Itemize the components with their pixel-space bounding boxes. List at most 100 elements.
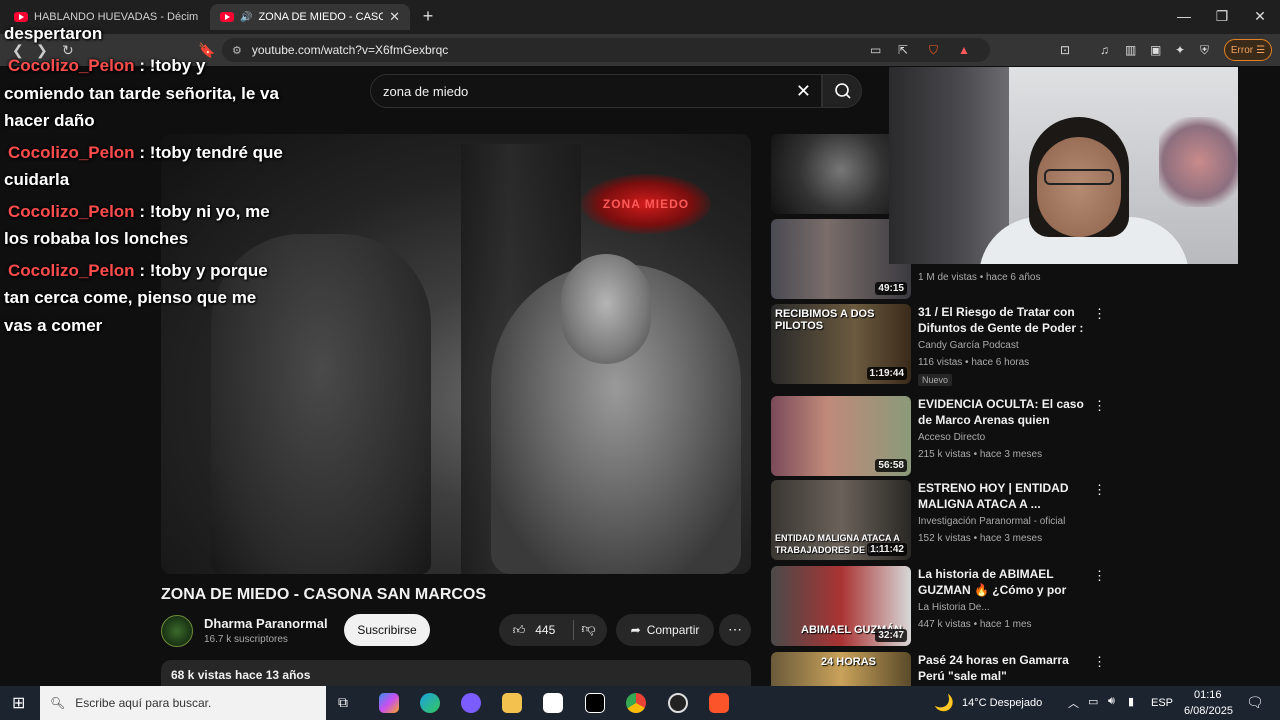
notifications-icon[interactable]: 🗨 [1246,694,1264,711]
weather-text[interactable]: 14°C Despejado [962,697,1042,709]
recommendation-item[interactable]: ABIMAEL GUZMÁN 32:47 La historia de ABIM… [771,566,1111,646]
more-options-icon[interactable]: ⋮ [1093,306,1106,322]
share-icon[interactable]: ⇱ [898,43,908,57]
error-button[interactable]: Error ☰ [1224,39,1272,61]
webcam-person-face [1037,137,1121,237]
video-title[interactable]: 31 / El Riesgo de Tratar con Difuntos de… [918,304,1088,336]
thumbnail-text: RECIBIMOS A DOS PILOTOS [775,308,875,332]
video-title: ZONA DE MIEDO - CASONA SAN MARCOS [161,586,487,603]
task-view-icon[interactable]: ⧉ [338,694,348,711]
cast-icon[interactable]: ▭ [870,43,881,57]
share-arrow-icon: ➦ [630,623,641,637]
video-title[interactable]: ESTRENO HOY | ENTIDAD MALIGNA ATACA A ..… [918,480,1088,512]
obs-icon[interactable] [668,693,688,713]
chat-message: Cocolizo_Pelon : !toby y porque tan cerc… [4,257,284,340]
volume-icon[interactable]: 🔊︎ [1108,695,1115,708]
clock-time[interactable]: 01:16 [1194,689,1222,701]
copilot-icon[interactable] [379,693,399,713]
show-hidden-icons-icon[interactable]: ︿ [1068,695,1079,711]
leo-ai-icon[interactable]: ✦ [1175,43,1185,57]
app-icon[interactable] [461,693,481,713]
windows-taskbar: ⊞ 🔍︎ Escribe aquí para buscar. ⧉ 🌙 14°C … [0,686,1280,720]
vpn-icon[interactable]: ⛨ [1200,43,1209,58]
video-thumbnail[interactable]: ENTIDAD MALIGNA ATACA A TRABAJADORES DE … [771,480,911,560]
taskbar-search-placeholder: Escribe aquí para buscar. [75,696,212,710]
screenshot-icon[interactable]: ⊡ [1060,43,1070,57]
error-label: Error [1230,44,1254,56]
file-explorer-icon[interactable] [502,693,522,713]
duration: 1:19:44 [866,367,907,380]
close-tab-icon[interactable]: ✕ [389,9,400,25]
chat-username: Cocolizo_Pelon [8,260,135,280]
recommendation-item[interactable]: RECIBIMOS A DOS PILOTOS 1:19:44 31 / El … [771,304,1111,386]
network-icon[interactable]: ▭ [1088,695,1098,708]
taskbar-search[interactable]: 🔍︎ Escribe aquí para buscar. [40,686,326,720]
brave-icon[interactable] [709,693,729,713]
store-icon[interactable] [543,693,563,713]
search-value: zona de miedo [383,83,469,99]
share-button[interactable]: ➦ Compartir [616,614,714,646]
channel-name[interactable]: Acceso Directo [918,432,985,443]
new-badge: Nuevo [918,374,953,386]
maximize-button[interactable]: ❐ [1212,8,1232,25]
more-options-icon[interactable]: ⋮ [1093,398,1106,414]
webcam-person-glasses [1044,169,1114,185]
duration: 32:47 [875,629,907,642]
more-actions-button[interactable]: ⋯ [719,614,751,646]
webcam-overlay [889,67,1238,264]
language-indicator[interactable]: ESP [1151,697,1173,709]
duration: 49:15 [875,282,907,295]
chrome-icon[interactable] [626,693,646,713]
recommendation-item[interactable]: 24 HORAS Pasé 24 horas en Gamarra Perú "… [771,652,1111,686]
wallet-icon[interactable]: ▣ [1150,43,1161,57]
weather-moon-icon: 🌙 [934,695,954,712]
channel-avatar[interactable] [161,615,193,647]
subscriber-count: 16.7 k suscriptores [204,634,288,645]
like-dislike-group: 👍︎ 445 👎︎ [499,614,607,646]
new-tab-button[interactable]: + [418,6,438,26]
views-line: 68 k vistas hace 13 años [171,668,311,682]
more-options-icon[interactable]: ⋮ [1093,568,1106,584]
video-thumbnail[interactable]: ABIMAEL GUZMÁN 32:47 [771,566,911,646]
video-thumbnail[interactable]: 56:58 [771,396,911,476]
webcam-background-clothes [1159,117,1238,207]
channel-name[interactable]: Investigación Paranormal - oficial [918,516,1065,527]
minimize-button[interactable]: — [1174,8,1194,24]
clear-search-icon[interactable]: ✕ [796,81,811,102]
edge-icon[interactable] [420,693,440,713]
clock-date[interactable]: 6/08/2025 [1184,705,1233,717]
stream-chat-overlay: despertaron [4,20,284,52]
duration: 56:58 [875,459,907,472]
search-button[interactable] [822,74,862,108]
chat-message: Cocolizo_Pelon : !toby ni yo, me los rob… [4,198,284,253]
more-options-icon[interactable]: ⋮ [1093,482,1106,498]
brave-shield-icon[interactable]: ⛉ [929,43,938,58]
battery-icon[interactable]: ▮ [1128,695,1134,708]
search-input[interactable]: zona de miedo ✕ [370,74,822,108]
chat-messages: Cocolizo_Pelon : !toby y comiendo tan ta… [4,52,284,343]
channel-name[interactable]: Dharma Paranormal [204,616,328,631]
more-options-icon[interactable]: ⋮ [1093,654,1106,670]
recommendation-item[interactable]: 56:58 EVIDENCIA OCULTA: El caso de Marco… [771,396,1111,476]
video-thumbnail[interactable]: 24 HORAS [771,652,911,686]
channel-name[interactable]: La Historia De... [918,602,990,613]
video-title[interactable]: Pasé 24 horas en Gamarra Perú "sale mal" [918,652,1088,684]
thumbs-up-icon: 👍︎ [512,622,526,637]
video-thumbnail[interactable]: RECIBIMOS A DOS PILOTOS 1:19:44 [771,304,911,384]
video-meta: 152 k vistas • hace 3 meses [918,533,1043,544]
search-icon [835,83,851,99]
dislike-button[interactable]: 👎︎ [573,620,603,640]
capcut-icon[interactable] [585,693,605,713]
video-title[interactable]: La historia de ABIMAEL GUZMAN 🔥 ¿Cómo y … [918,566,1088,598]
music-icon[interactable]: ♫ [1100,43,1109,57]
like-button[interactable]: 👍︎ 445 [499,614,569,646]
video-title[interactable]: EVIDENCIA OCULTA: El caso de Marco Arena… [918,396,1088,428]
chat-username: Cocolizo_Pelon [8,142,135,162]
brave-rewards-icon[interactable]: ▲ [958,43,970,57]
close-window-button[interactable]: ✕ [1250,8,1270,25]
sidebar-icon[interactable]: ▥ [1125,43,1136,57]
recommendation-item[interactable]: ENTIDAD MALIGNA ATACA A TRABAJADORES DE … [771,480,1111,560]
subscribe-button[interactable]: Suscribirse [344,614,430,646]
windows-start-icon[interactable]: ⊞ [12,693,25,713]
channel-name[interactable]: Candy García Podcast [918,340,1019,351]
